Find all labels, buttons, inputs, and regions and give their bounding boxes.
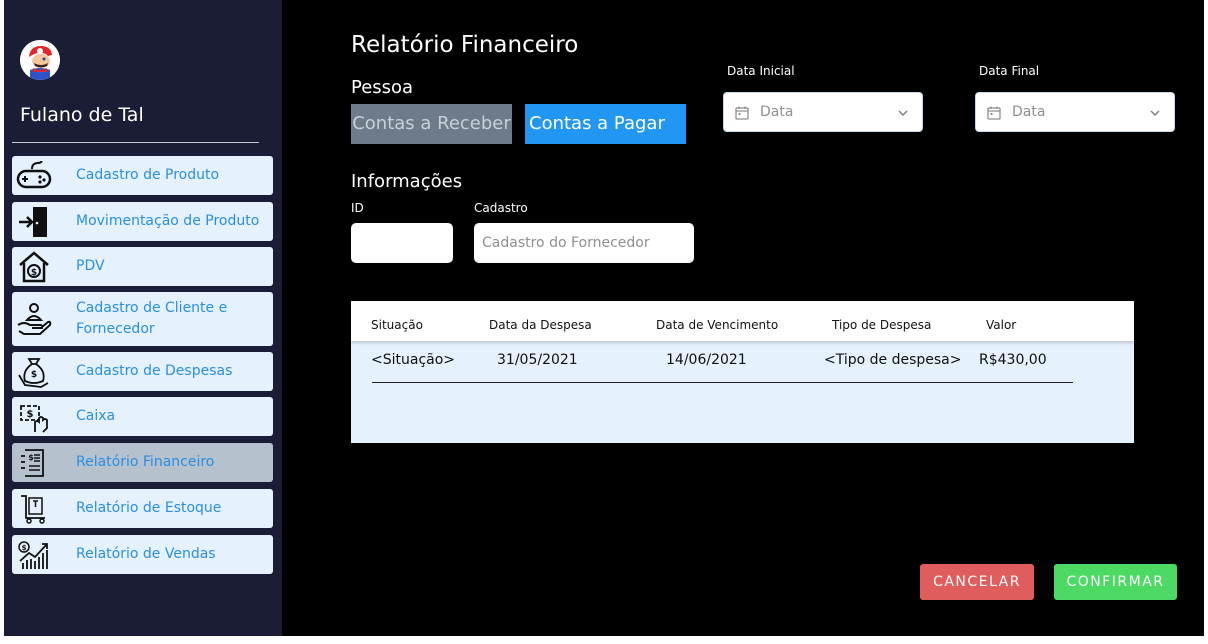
cadastro-label: Cadastro xyxy=(474,201,528,215)
sidebar-item-label: Relatório Financeiro xyxy=(76,454,215,470)
contas-pagar-button[interactable]: Contas a Pagar xyxy=(525,104,686,144)
data-inicial-label: Data Inicial xyxy=(727,64,795,78)
sidebar-item-label: Caixa xyxy=(76,408,116,424)
sidebar-item-pdv[interactable]: $ PDV xyxy=(12,247,273,286)
cell-tipo-despesa: <Tipo de despesa> xyxy=(824,352,962,368)
cell-situacao: <Situação> xyxy=(371,352,456,368)
sidebar-item-label: Cadastro de Cliente e Fornecedor xyxy=(76,300,228,337)
header-situacao: Situação xyxy=(371,318,423,332)
cell-data-despesa: 31/05/2021 xyxy=(497,352,578,368)
date-placeholder: Data xyxy=(1012,104,1046,120)
door-enter-icon xyxy=(16,205,52,239)
date-placeholder: Data xyxy=(760,104,794,120)
house-dollar-icon: $ xyxy=(16,250,52,284)
money-bag-hand-icon: $ xyxy=(16,355,52,389)
cash-hand-icon: $ xyxy=(16,400,52,434)
cell-valor: R$430,00 xyxy=(979,352,1047,368)
cancel-button[interactable]: CANCELAR xyxy=(920,564,1034,600)
sidebar-item-movimentacao-produto[interactable]: Movimentação de Produto xyxy=(12,202,273,241)
contas-receber-button[interactable]: Contas a Receber xyxy=(351,104,512,144)
sidebar-item-relatorio-vendas[interactable]: $ Relatório de Vendas xyxy=(12,535,273,574)
confirm-button[interactable]: CONFIRMAR xyxy=(1054,564,1177,600)
svg-text:$: $ xyxy=(31,370,37,380)
sidebar-item-cadastro-cliente[interactable]: Cadastro de Cliente e Fornecedor xyxy=(12,292,273,346)
chevron-down-icon xyxy=(896,105,910,119)
sidebar-item-cadastro-produto[interactable]: Cadastro de Produto xyxy=(12,156,273,195)
pessoa-label: Pessoa xyxy=(351,77,414,98)
page-title: Relatório Financeiro xyxy=(351,32,579,58)
user-name: Fulano de Tal xyxy=(20,104,144,126)
sales-chart-icon: $ xyxy=(16,538,52,572)
chevron-down-icon xyxy=(1148,105,1162,119)
informacoes-label: Informações xyxy=(351,171,463,192)
table-header: Situação Data da Despesa Data de Vencime… xyxy=(351,301,1134,341)
hand-person-icon xyxy=(16,302,52,336)
data-final-label: Data Final xyxy=(979,64,1040,78)
calendar-icon xyxy=(986,105,1002,121)
row-divider xyxy=(372,382,1073,383)
svg-text:$: $ xyxy=(27,409,34,420)
header-data-vencimento: Data de Vencimento xyxy=(656,318,779,332)
gamepad-icon xyxy=(16,159,52,193)
sidebar-item-label: Cadastro de Produto xyxy=(76,167,220,183)
svg-text:$: $ xyxy=(28,453,34,462)
despesas-table: Situação Data da Despesa Data de Vencime… xyxy=(351,301,1134,443)
sidebar: Fulano de Tal Cadastro de Produto Movime… xyxy=(4,0,282,636)
sidebar-item-caixa[interactable]: $ Caixa xyxy=(12,397,273,436)
stock-cart-icon xyxy=(16,492,52,526)
sidebar-item-relatorio-financeiro[interactable]: $ Relatório Financeiro xyxy=(12,443,273,482)
sidebar-item-label: Relatório de Estoque xyxy=(76,500,222,516)
header-data-despesa: Data da Despesa xyxy=(489,318,592,332)
calendar-icon xyxy=(734,105,750,121)
svg-text:$: $ xyxy=(31,268,37,278)
id-label: ID xyxy=(351,201,364,215)
sidebar-divider xyxy=(12,142,259,143)
sidebar-item-cadastro-despesas[interactable]: $ Cadastro de Despesas xyxy=(12,352,273,391)
app-window: Fulano de Tal Cadastro de Produto Movime… xyxy=(4,0,1204,636)
cadastro-input[interactable]: Cadastro do Fornecedor xyxy=(474,223,694,263)
data-inicial-picker[interactable]: Data xyxy=(723,92,923,132)
sidebar-item-label: Cadastro de Despesas xyxy=(76,363,233,379)
data-final-picker[interactable]: Data xyxy=(975,92,1175,132)
sidebar-item-relatorio-estoque[interactable]: Relatório de Estoque xyxy=(12,489,273,528)
id-input[interactable] xyxy=(351,223,453,263)
avatar[interactable] xyxy=(20,40,60,80)
svg-text:$: $ xyxy=(22,544,27,552)
header-valor: Valor xyxy=(986,318,1017,332)
sidebar-item-label: Movimentação de Produto xyxy=(76,213,260,229)
sidebar-item-label: PDV xyxy=(76,258,105,274)
sidebar-item-label: Relatório de Vendas xyxy=(76,546,216,562)
cell-data-vencimento: 14/06/2021 xyxy=(666,352,747,368)
header-tipo-despesa: Tipo de Despesa xyxy=(832,318,932,332)
financial-report-icon: $ xyxy=(16,446,52,480)
